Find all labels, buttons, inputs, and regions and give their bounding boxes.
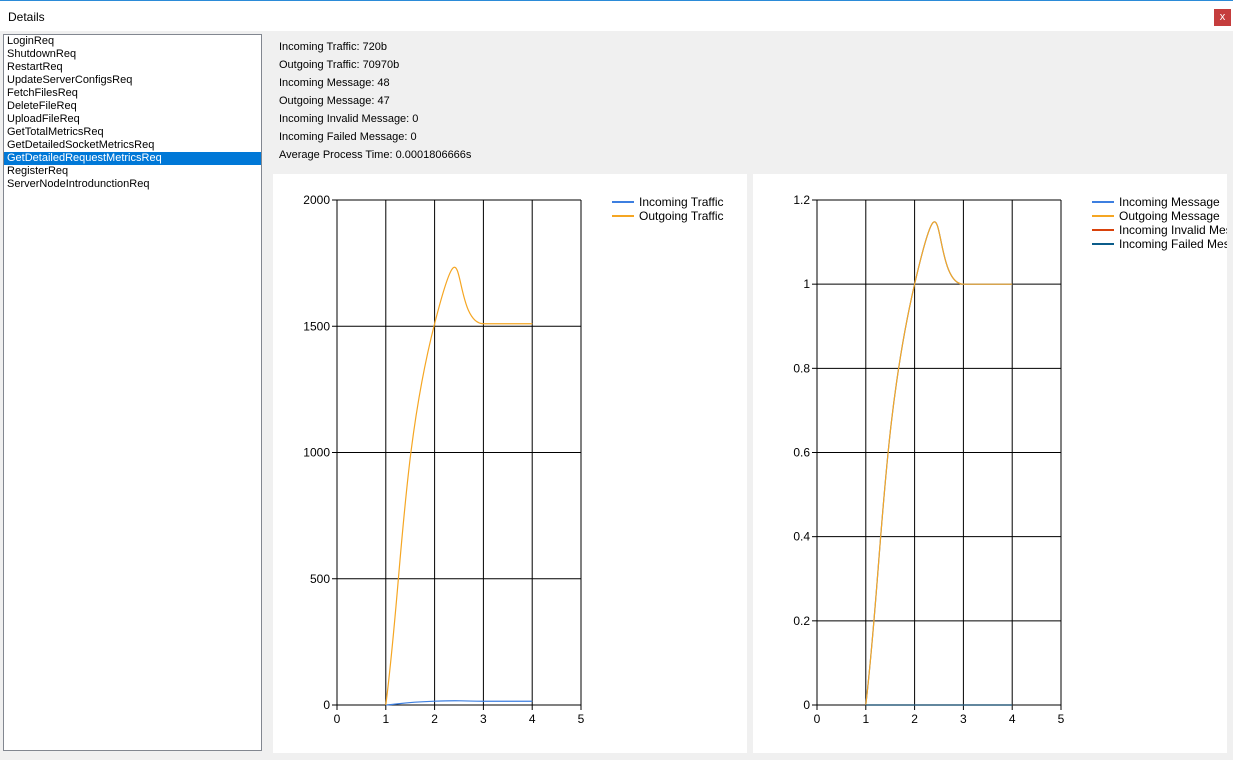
- request-list-item[interactable]: LoginReq: [4, 35, 261, 48]
- avg-process-time-stat: Average Process Time: 0.0001806666s: [279, 149, 472, 161]
- request-list-item[interactable]: RestartReq: [4, 61, 261, 74]
- request-list-item[interactable]: ServerNodeIntrodunctionReq: [4, 178, 261, 191]
- x-tick-label: 1: [382, 712, 389, 726]
- y-tick-label: 0: [803, 698, 810, 712]
- series-line-incoming-message: [865, 221, 1013, 706]
- outgoing-message-stat: Outgoing Message: 47: [279, 95, 390, 107]
- y-tick-label: 1.2: [793, 193, 810, 207]
- request-list-item[interactable]: RegisterReq: [4, 165, 261, 178]
- y-tick-label: 0.6: [793, 446, 810, 460]
- message-chart-panel: 0 1 2 3 4 5 0 0.2 0.4 0.6 0.8 1 1.2 Incoming Message O…: [753, 174, 1233, 753]
- x-tick-label: 5: [1058, 712, 1065, 726]
- request-list-item[interactable]: ShutdownReq: [4, 48, 261, 61]
- x-tick-label: 3: [480, 712, 487, 726]
- request-list-item[interactable]: UpdateServerConfigsReq: [4, 74, 261, 87]
- x-tick-label: 4: [1009, 712, 1016, 726]
- legend-label: Incoming Message: [1119, 195, 1220, 209]
- request-list-item[interactable]: DeleteFileReq: [4, 100, 261, 113]
- incoming-traffic-stat: Incoming Traffic: 720b: [279, 41, 388, 53]
- traffic-chart-panel: 0 1 2 3 4 5 0 500 1000 1500 2000 Incoming Traffic Ou…: [273, 174, 747, 753]
- request-list-item[interactable]: UploadFileReq: [4, 113, 261, 126]
- legend-label: Incoming Failed Message: [1119, 237, 1227, 251]
- title-bar: Details x: [0, 1, 1233, 31]
- incoming-message-stat: Incoming Message: 48: [279, 77, 390, 89]
- y-tick-label: 1500: [303, 319, 330, 333]
- request-list-item[interactable]: GetTotalMetricsReq: [4, 126, 261, 139]
- request-list-item[interactable]: GetDetailedRequestMetricsReq: [4, 152, 261, 165]
- x-tick-label: 1: [862, 712, 869, 726]
- series-line-incoming-traffic: [385, 700, 533, 706]
- y-tick-label: 1: [803, 277, 810, 291]
- x-tick-label: 2: [911, 712, 918, 726]
- legend-label: Incoming Invalid Message: [1119, 223, 1227, 237]
- x-tick-label: 0: [814, 712, 821, 726]
- y-tick-label: 500: [310, 572, 330, 586]
- traffic-chart: 0 1 2 3 4 5 0 500 1000 1500 2000 Incoming TrafficOu…: [303, 193, 724, 726]
- series-line-outgoing-message: [865, 221, 1013, 706]
- x-tick-label: 5: [578, 712, 585, 726]
- incoming-failed-stat: Incoming Failed Message: 0: [279, 131, 417, 143]
- legend-label: Outgoing Traffic: [639, 209, 724, 223]
- x-tick-label: 2: [431, 712, 438, 726]
- request-list-item[interactable]: GetDetailedSocketMetricsReq: [4, 139, 261, 152]
- legend-label: Outgoing Message: [1119, 209, 1220, 223]
- request-list[interactable]: LoginReq ShutdownReq RestartReq UpdateServe…: [3, 34, 262, 751]
- y-tick-label: 0: [323, 698, 330, 712]
- x-tick-label: 4: [529, 712, 536, 726]
- x-tick-label: 3: [960, 712, 967, 726]
- request-list-item[interactable]: FetchFilesReq: [4, 87, 261, 100]
- outgoing-traffic-stat: Outgoing Traffic: 70970b: [279, 59, 400, 71]
- legend-label: Incoming Traffic: [639, 195, 723, 209]
- series-line-outgoing-traffic: [385, 266, 533, 706]
- y-tick-label: 0.4: [793, 530, 810, 544]
- close-button[interactable]: x: [1214, 9, 1231, 26]
- incoming-invalid-stat: Incoming Invalid Message: 0: [279, 113, 419, 125]
- stats-panel: Incoming Traffic: 720b Outgoing Traffic:…: [279, 40, 471, 166]
- y-tick-label: 0.2: [793, 614, 810, 628]
- x-tick-label: 0: [334, 712, 341, 726]
- y-tick-label: 0.8: [793, 361, 810, 375]
- window-title: Details: [8, 10, 45, 24]
- message-chart: 0 1 2 3 4 5 0 0.2 0.4 0.6 0.8 1 1.2 Incoming MessageO…: [793, 193, 1233, 726]
- y-tick-label: 2000: [303, 193, 330, 207]
- y-tick-label: 1000: [303, 446, 330, 460]
